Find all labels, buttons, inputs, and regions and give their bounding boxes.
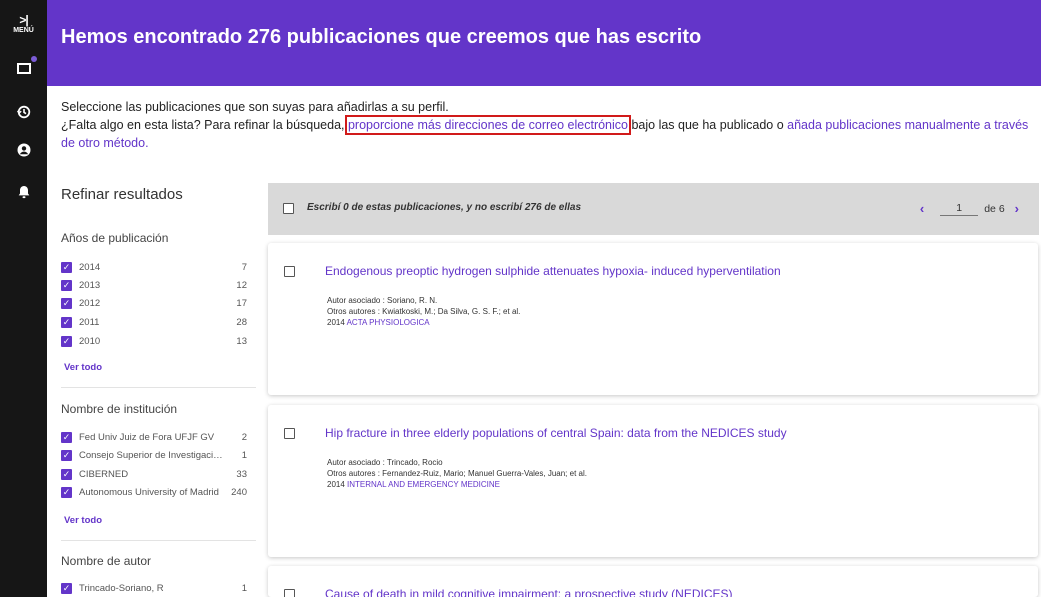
rail-folder-button[interactable] [0,56,47,80]
intro-text: Seleccione las publicaciones que son suy… [61,98,1036,152]
checkbox-checked-icon[interactable]: ✓ [61,297,72,309]
notification-dot [31,56,37,62]
facet-option-count: 240 [231,486,247,498]
publication-source: 2014 INTERNAL AND EMERGENCY MEDICINE [327,479,587,490]
checkbox-checked-icon[interactable]: ✓ [61,431,72,443]
checkbox-checked-icon[interactable]: ✓ [61,468,72,480]
facet-option-count: 1 [241,449,247,461]
other-authors: Otros autores : Kwiatkoski, M.; Da Silva… [327,307,521,316]
facet-option-label: 2010 [79,335,101,347]
page-title: Hemos encontrado 276 publicaciones que c… [61,26,702,48]
intro-line-2: ¿Falta algo en esta lista? Para refinar … [61,115,1036,152]
publication-meta: Autor asociado : Trincado, Rocio Otros a… [327,457,587,490]
associated-author: Autor asociado : Trincado, Rocio [327,458,443,467]
page-number-input[interactable]: 1 [940,202,979,216]
facet-option-year[interactable]: ✓ 2014 7 [61,259,247,275]
account-icon [0,138,47,162]
rail-account-button[interactable] [0,138,47,162]
next-page-icon[interactable]: › [1015,201,1019,216]
facet-option-institution[interactable]: ✓ Autonomous University of Madrid 240 [61,484,247,500]
facet-divider [61,387,256,388]
facet-option-year[interactable]: ✓ 2013 12 [61,277,247,293]
pagination: ‹ 1 de 6 › [920,201,1019,216]
publication-title-link[interactable]: Cause of death in mild cognitive impairm… [325,587,733,597]
select-all-checkbox[interactable] [283,203,294,214]
facet-option-label: Fed Univ Juiz de Fora UFJF GV [79,431,215,443]
facet-option-year[interactable]: ✓ 2011 28 [61,314,247,330]
journal-name-link[interactable]: INTERNAL AND EMERGENCY MEDICINE [347,480,500,489]
publication-title-link[interactable]: Hip fracture in three elderly population… [325,426,787,440]
facet-option-label: Consejo Superior de Investigaciones Cien… [79,449,227,461]
intro-text-middle: bajo las que ha publicado o [628,118,788,132]
facet-option-count: 2 [241,431,247,443]
facet-option-count: 7 [241,261,247,273]
facet-option-count: 33 [236,468,247,480]
publication-meta: Autor asociado : Soriano, R. N. Otros au… [327,295,520,328]
facet-option-label: Autonomous University of Madrid [79,486,219,498]
facet-option-institution[interactable]: ✓ Consejo Superior de Investigaciones Ci… [61,447,247,463]
bell-icon [0,180,47,204]
facet-option-year[interactable]: ✓ 2010 13 [61,333,247,349]
menu-toggle-button[interactable]: >| MENÚ [0,14,47,34]
publication-card: Cause of death in mild cognitive impairm… [268,566,1038,597]
facet-option-count: 1 [241,582,247,594]
publication-card: Endogenous preoptic hydrogen sulphide at… [268,243,1038,395]
publication-title-link[interactable]: Endogenous preoptic hydrogen sulphide at… [325,264,781,278]
publication-year: 2014 [327,480,345,489]
checkbox-checked-icon[interactable]: ✓ [61,261,72,273]
selection-summary: Escribí 0 de estas publicaciones, y no e… [307,202,582,213]
checkbox-checked-icon[interactable]: ✓ [61,335,72,347]
facet-option-year[interactable]: ✓ 2012 17 [61,295,247,311]
checkbox-checked-icon[interactable]: ✓ [61,316,72,328]
folder-icon [0,56,47,80]
journal-name-link[interactable]: ACTA PHYSIOLOGICA [347,318,430,327]
see-all-institutions-link[interactable]: Ver todo [64,515,102,526]
facet-title-years: Años de publicación [61,231,169,245]
menu-expand-icon: >| [19,13,28,27]
publication-checkbox[interactable] [284,428,295,439]
facet-option-label: CIBERNED [79,468,129,480]
facet-title-author: Nombre de autor [61,554,152,568]
page-header: Hemos encontrado 276 publicaciones que c… [47,0,1041,86]
facet-option-label: Trincado-Soriano, R [79,582,164,594]
intro-text-before: ¿Falta algo en esta lista? Para refinar … [61,118,348,132]
facet-title-institution: Nombre de institución [61,402,178,416]
rail-history-button[interactable] [0,100,47,124]
checkbox-checked-icon[interactable]: ✓ [61,279,72,291]
publication-year: 2014 [327,318,345,327]
page-total: de 6 [984,202,1005,215]
intro-line-1: Seleccione las publicaciones que son suy… [61,100,449,114]
facet-option-count: 13 [236,335,247,347]
publication-card: Hip fracture in three elderly population… [268,405,1038,557]
publication-checkbox[interactable] [284,589,295,597]
rail-notifications-button[interactable] [0,180,47,204]
checkbox-checked-icon[interactable]: ✓ [61,449,72,461]
add-emails-link[interactable]: proporcione más direcciones de correo el… [344,115,632,135]
refine-results-title: Refinar resultados [61,186,183,203]
facet-option-label: 2011 [79,316,100,328]
publication-source: 2014 ACTA PHYSIOLOGICA [327,317,520,328]
side-navigation-rail: >| MENÚ [0,0,47,597]
other-authors: Otros autores : Fernandez-Ruiz, Mario; M… [327,469,587,478]
associated-author: Autor asociado : Soriano, R. N. [327,296,438,305]
facet-divider [61,540,256,541]
facet-option-author[interactable]: ✓ Trincado-Soriano, R 1 [61,580,247,596]
publication-checkbox[interactable] [284,266,295,277]
menu-label: MENÚ [13,27,34,34]
facet-option-count: 12 [236,279,247,291]
history-icon [0,100,47,124]
facet-option-institution[interactable]: ✓ CIBERNED 33 [61,466,247,482]
see-all-years-link[interactable]: Ver todo [64,362,102,373]
facet-option-count: 28 [236,316,247,328]
facet-option-label: 2013 [79,279,101,291]
facet-option-label: 2014 [79,261,101,273]
facet-option-count: 17 [236,297,247,309]
selection-bar: Escribí 0 de estas publicaciones, y no e… [268,183,1039,235]
facet-option-institution[interactable]: ✓ Fed Univ Juiz de Fora UFJF GV 2 [61,429,247,445]
facet-option-label: 2012 [79,297,101,309]
checkbox-checked-icon[interactable]: ✓ [61,486,72,498]
checkbox-checked-icon[interactable]: ✓ [61,582,72,594]
prev-page-icon[interactable]: ‹ [920,201,924,216]
